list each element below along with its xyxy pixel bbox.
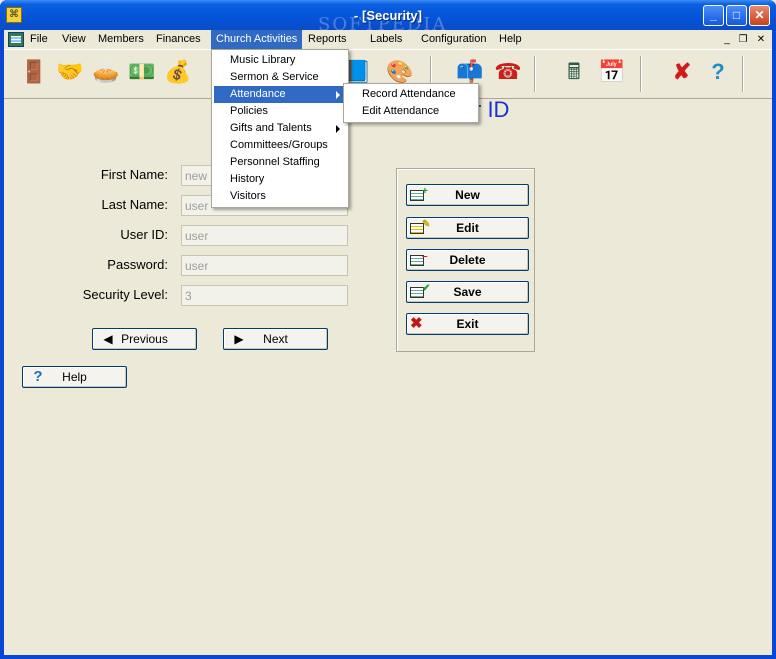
church-activities-menu: Music Library Sermon & Service Attendanc… xyxy=(211,49,349,208)
submenu-arrow-icon xyxy=(336,91,340,99)
menu-item-personnel-staffing[interactable]: Personnel Staffing xyxy=(214,154,346,171)
save-record-icon: ✔ xyxy=(410,284,430,300)
telephone-icon[interactable]: ☎ xyxy=(494,58,522,86)
next-label: Next xyxy=(263,332,288,346)
minimize-button[interactable]: _ xyxy=(703,5,724,26)
menu-labels[interactable]: Labels xyxy=(365,30,407,49)
pie-icon[interactable]: 🥧 xyxy=(92,58,120,86)
arrow-left-icon: ◀ xyxy=(103,332,113,346)
last-name-label: Last Name: xyxy=(101,197,168,212)
save-label: Save xyxy=(453,285,482,299)
form-heading: r ID xyxy=(474,97,510,122)
help-question-icon[interactable]: ? xyxy=(704,58,732,86)
password-field[interactable]: user xyxy=(181,255,348,276)
close-button[interactable]: ✕ xyxy=(749,5,770,26)
toolbar-separator xyxy=(742,56,744,92)
mdi-minimize-button[interactable]: _ xyxy=(720,33,734,46)
client-area: File View Members Finances Church Activi… xyxy=(4,30,772,655)
calculator-icon[interactable]: 🖩 xyxy=(560,58,588,86)
menu-item-music-library[interactable]: Music Library xyxy=(214,52,346,69)
exit-door-icon[interactable]: 🚪 xyxy=(20,58,48,86)
menu-item-sermon-service[interactable]: Sermon & Service xyxy=(214,69,346,86)
mailbox-icon[interactable]: 📫 xyxy=(456,58,484,86)
menu-view[interactable]: View xyxy=(57,30,91,49)
menu-item-edit-attendance[interactable]: Edit Attendance xyxy=(346,103,476,120)
menu-item-attendance[interactable]: Attendance xyxy=(214,86,346,103)
arrow-right-icon: ▶ xyxy=(234,332,244,346)
password-label: Password: xyxy=(107,257,168,272)
menu-bar: File View Members Finances Church Activi… xyxy=(4,30,772,49)
menu-finances[interactable]: Finances xyxy=(151,30,206,49)
menu-church-activities[interactable]: Church Activities xyxy=(211,30,303,49)
menu-members[interactable]: Members xyxy=(93,30,149,49)
user-id-label: User ID: xyxy=(120,227,168,242)
edit-record-icon: ✎ xyxy=(410,220,430,236)
title-bar[interactable]: ⌘ SOFTPEDIA - [Security] _ □ ✕ xyxy=(0,0,776,35)
mdi-close-button[interactable]: ✕ xyxy=(754,33,768,46)
menu-item-committees-groups[interactable]: Committees/Groups xyxy=(214,137,346,154)
offering-icon[interactable]: 💰 xyxy=(164,58,192,86)
new-label: New xyxy=(455,188,480,202)
submenu-arrow-icon xyxy=(336,125,340,133)
next-button[interactable]: ▶ Next xyxy=(223,328,328,350)
user-id-field[interactable]: user xyxy=(181,225,348,246)
menu-item-attendance-label: Attendance xyxy=(230,88,286,100)
app-window: ⌘ SOFTPEDIA - [Security] _ □ ✕ File View… xyxy=(0,0,776,659)
security-level-label: Security Level: xyxy=(82,287,168,302)
menu-item-visitors[interactable]: Visitors xyxy=(214,188,346,205)
help-question-icon: ? xyxy=(33,368,43,385)
new-record-icon: + xyxy=(410,187,428,203)
edit-label: Edit xyxy=(456,221,479,235)
menu-file[interactable]: File xyxy=(25,30,53,49)
previous-label: Previous xyxy=(121,332,168,346)
delete-button[interactable]: – Delete xyxy=(406,249,529,271)
maximize-button[interactable]: □ xyxy=(726,5,747,26)
help-button[interactable]: ? Help xyxy=(22,366,127,388)
money-icon[interactable]: 💵 xyxy=(128,58,156,86)
security-level-field[interactable]: 3 xyxy=(181,285,348,306)
action-panel: + New ✎ Edit – Delete ✔ Save ✖ Exit xyxy=(396,168,535,352)
menu-item-gifts-talents-label: Gifts and Talents xyxy=(230,122,312,134)
toolbar-separator xyxy=(534,56,536,92)
window-title: - [Security] xyxy=(354,8,422,23)
toolbar-separator xyxy=(640,56,642,92)
previous-button[interactable]: ◀ Previous xyxy=(92,328,197,350)
save-button[interactable]: ✔ Save xyxy=(406,281,529,303)
calendar-icon[interactable]: 📅 xyxy=(598,58,626,86)
close-x-icon: ✖ xyxy=(410,315,423,332)
menu-item-history[interactable]: History xyxy=(214,171,346,188)
exit-button[interactable]: ✖ Exit xyxy=(406,313,529,335)
handshake-icon[interactable]: 🤝 xyxy=(56,58,84,86)
first-name-label: First Name: xyxy=(100,167,168,182)
document-icon[interactable] xyxy=(8,32,24,47)
help-label: Help xyxy=(62,370,87,384)
menu-item-record-attendance[interactable]: Record Attendance xyxy=(346,86,476,103)
close-x-icon[interactable]: ✘ xyxy=(668,58,696,86)
menu-help[interactable]: Help xyxy=(494,30,527,49)
mdi-restore-button[interactable]: ❐ xyxy=(736,33,750,46)
menu-item-policies[interactable]: Policies xyxy=(214,103,346,120)
delete-label: Delete xyxy=(449,253,486,267)
new-button[interactable]: + New xyxy=(406,184,529,206)
menu-configuration[interactable]: Configuration xyxy=(416,30,491,49)
menu-reports[interactable]: Reports xyxy=(303,30,352,49)
delete-record-icon: – xyxy=(410,252,428,268)
edit-button[interactable]: ✎ Edit xyxy=(406,217,529,239)
paint-palette-icon[interactable]: 🎨 xyxy=(386,58,414,86)
menu-item-gifts-talents[interactable]: Gifts and Talents xyxy=(214,120,346,137)
attendance-submenu: Record Attendance Edit Attendance xyxy=(343,83,479,123)
exit-label: Exit xyxy=(456,317,479,331)
